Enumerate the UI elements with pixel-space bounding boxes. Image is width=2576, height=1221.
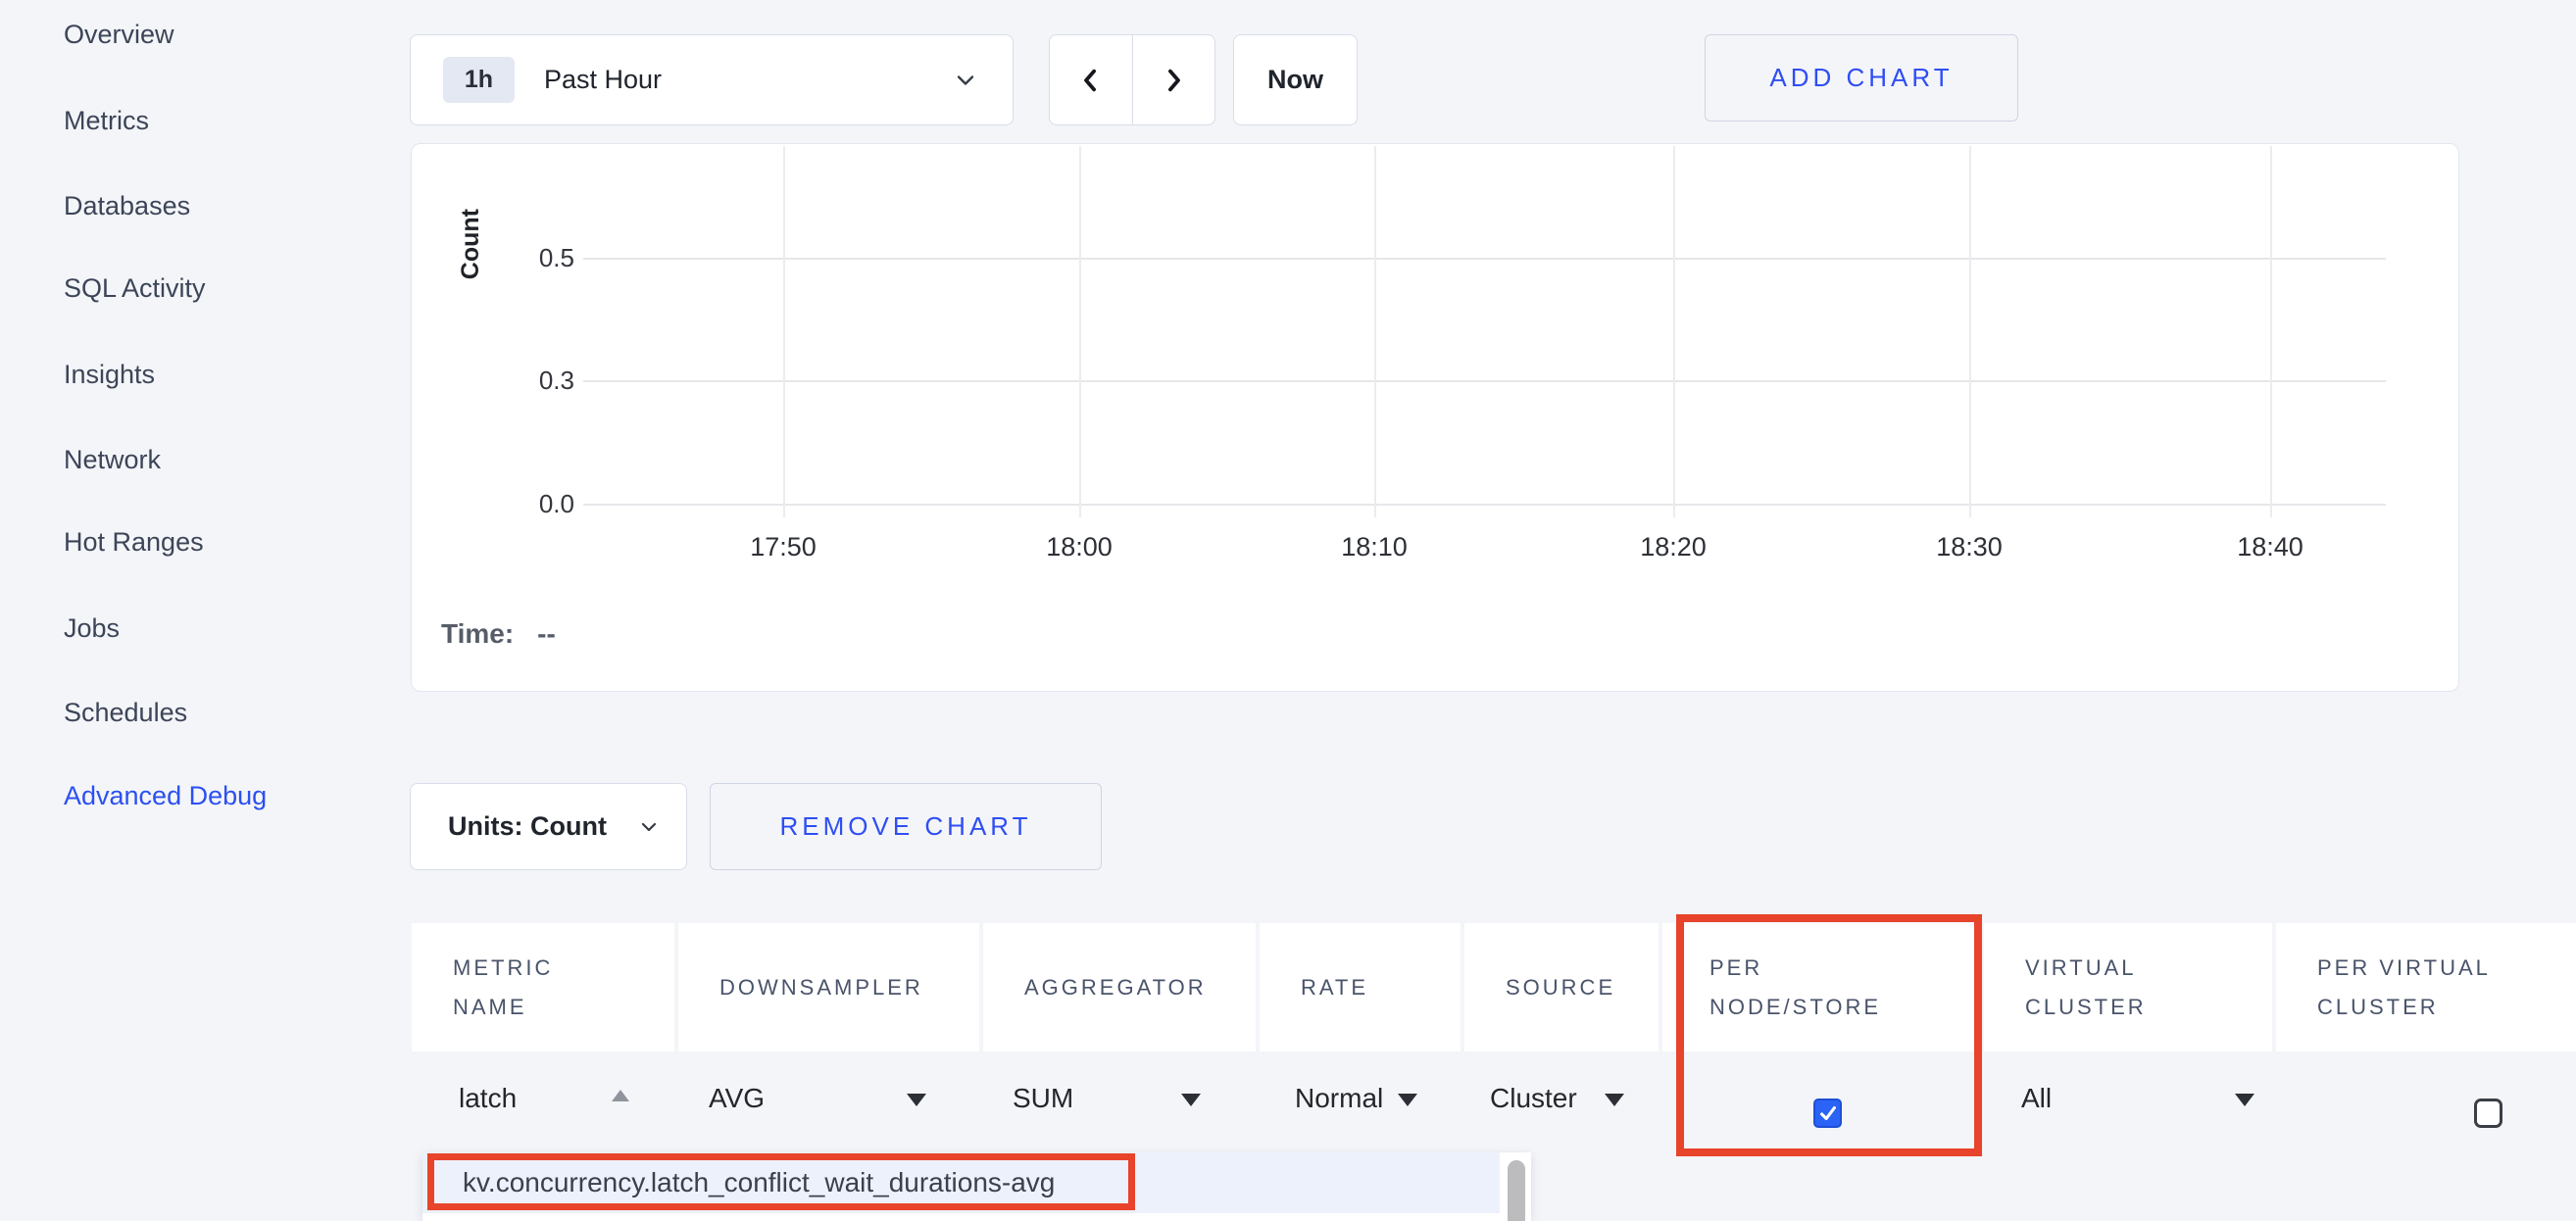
gridline	[1673, 146, 1675, 517]
caret-down-icon[interactable]	[1181, 1094, 1201, 1106]
sidebar-item-advanced-debug[interactable]: Advanced Debug	[64, 781, 267, 811]
metric-suggestion-option[interactable]: kv.concurrency.latch_conflict_wait_durat…	[422, 1152, 1500, 1213]
caret-down-icon[interactable]	[1605, 1094, 1624, 1106]
time-window-pager	[1049, 34, 1215, 125]
custom-chart-card: Count 0.5 0.3 0.0 17:50 18:00 18:10 18:2…	[411, 143, 2459, 692]
x-axis-tick: 18:20	[1605, 532, 1742, 562]
time-range-badge: 1h	[443, 57, 515, 103]
chevron-right-icon	[1159, 66, 1188, 95]
sidebar-item-jobs[interactable]: Jobs	[64, 613, 120, 644]
time-value: --	[537, 618, 556, 649]
chevron-left-icon	[1076, 66, 1106, 95]
column-header-metric-name: METRICNAME	[412, 923, 674, 1051]
next-time-window-button[interactable]	[1133, 35, 1215, 124]
caret-down-icon[interactable]	[2235, 1094, 2254, 1106]
chevron-down-icon	[637, 815, 661, 839]
x-axis-tick: 18:10	[1306, 532, 1443, 562]
column-header-aggregator: AGGREGATOR	[983, 923, 1256, 1051]
next-option-partial[interactable]	[422, 1213, 1500, 1221]
per-node-store-checkbox[interactable]	[1813, 1099, 1842, 1128]
hover-time-readout: Time: --	[441, 618, 556, 650]
y-axis-tick: 0.3	[506, 365, 574, 396]
column-header-rate: RATE	[1260, 923, 1461, 1051]
y-axis-tick: 0.0	[506, 488, 574, 519]
column-header-per-node-store: PERNODE/STORE	[1662, 923, 1980, 1051]
now-button[interactable]: Now	[1233, 34, 1358, 125]
source-select[interactable]: Cluster	[1490, 1079, 1577, 1118]
column-header-downsampler: DOWNSAMPLER	[678, 923, 979, 1051]
gridline	[2270, 146, 2272, 517]
checkmark-icon	[1817, 1102, 1839, 1124]
time-label: Time:	[441, 618, 514, 649]
sidebar-item-databases[interactable]: Databases	[64, 191, 190, 221]
sidebar-item-overview[interactable]: Overview	[64, 20, 174, 50]
chevron-down-icon	[952, 67, 979, 94]
add-chart-button[interactable]: ADD CHART	[1705, 34, 2018, 122]
gridline	[783, 146, 785, 517]
column-header-virtual-cluster: VIRTUALCLUSTER	[1984, 923, 2272, 1051]
sidebar-item-insights[interactable]: Insights	[64, 360, 155, 390]
per-virtual-cluster-checkbox[interactable]	[2474, 1099, 2502, 1128]
time-range-label: Past Hour	[544, 65, 662, 95]
sidebar-item-hot-ranges[interactable]: Hot Ranges	[64, 527, 204, 558]
units-dropdown-label: Units: Count	[448, 811, 607, 842]
metric-name-input[interactable]: latch	[459, 1079, 517, 1118]
x-axis-tick: 18:40	[2202, 532, 2339, 562]
metric-autocomplete-menu: kv.concurrency.latch_conflict_wait_durat…	[422, 1152, 1531, 1221]
gridline	[1079, 146, 1081, 517]
sidebar-item-network[interactable]: Network	[64, 445, 161, 475]
y-axis-tick: 0.5	[506, 242, 574, 273]
sidebar-item-metrics[interactable]: Metrics	[64, 106, 149, 136]
column-header-source: SOURCE	[1464, 923, 1659, 1051]
column-header-per-virtual-cluster: PER VIRTUALCLUSTER	[2276, 923, 2576, 1051]
caret-up-icon[interactable]	[612, 1090, 629, 1101]
remove-chart-button[interactable]: REMOVE CHART	[710, 783, 1102, 870]
caret-down-icon[interactable]	[907, 1094, 926, 1106]
gridline	[1374, 146, 1376, 517]
aggregator-select[interactable]: SUM	[1013, 1079, 1073, 1118]
previous-time-window-button[interactable]	[1050, 35, 1133, 124]
x-axis-tick: 18:00	[1011, 532, 1148, 562]
y-axis-label: Count	[457, 209, 485, 279]
downsampler-select[interactable]: AVG	[709, 1079, 765, 1118]
sidebar-item-schedules[interactable]: Schedules	[64, 698, 187, 728]
gridline	[583, 258, 2386, 260]
x-axis-tick: 18:30	[1901, 532, 2038, 562]
gridline	[583, 380, 2386, 382]
caret-down-icon[interactable]	[1398, 1094, 1417, 1106]
virtual-cluster-select[interactable]: All	[2021, 1079, 2052, 1118]
menu-scrollbar[interactable]	[1508, 1160, 1525, 1221]
sidebar-item-sql-activity[interactable]: SQL Activity	[64, 273, 206, 304]
rate-select[interactable]: Normal	[1295, 1079, 1383, 1118]
x-axis-tick: 17:50	[715, 532, 852, 562]
units-dropdown[interactable]: Units: Count	[410, 783, 687, 870]
time-range-selector[interactable]: 1h Past Hour	[410, 34, 1014, 125]
gridline	[1969, 146, 1971, 517]
gridline	[583, 504, 2386, 506]
advanced-debug-custom-chart-page: Overview Metrics Databases SQL Activity …	[0, 0, 2576, 1221]
